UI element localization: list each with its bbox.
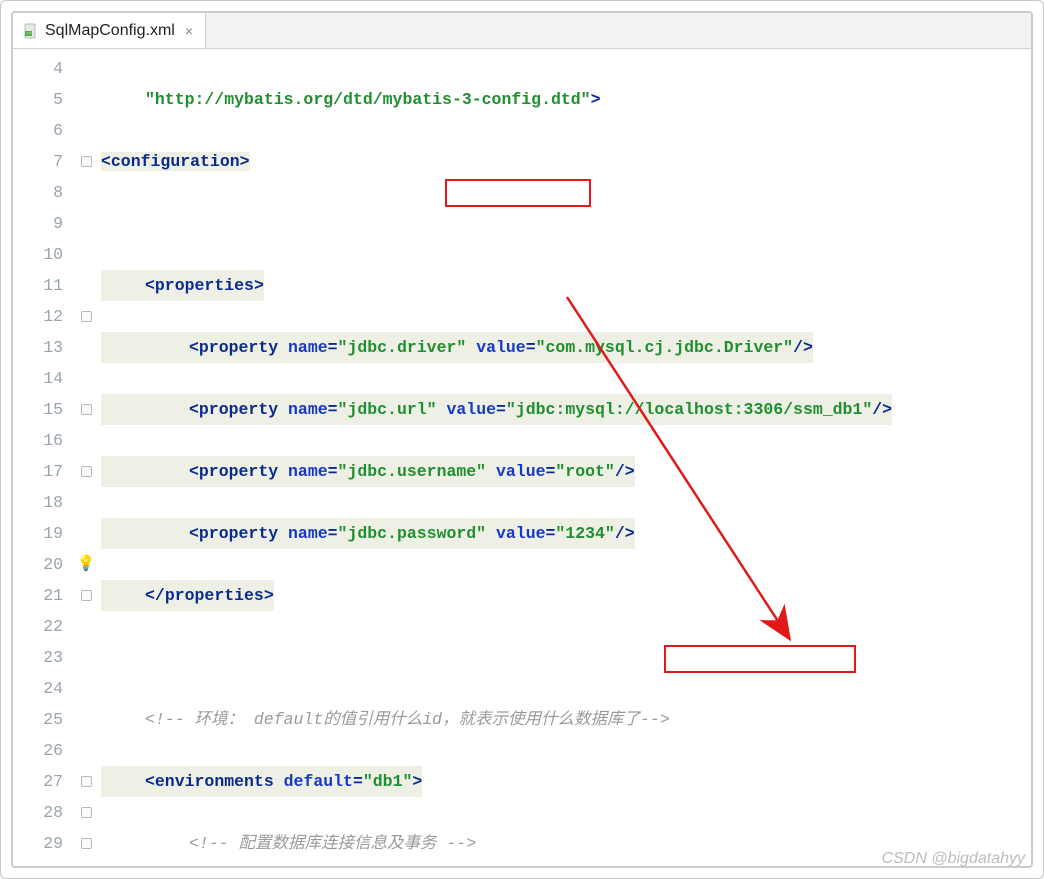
svg-text:<>: <> [26, 32, 32, 37]
fold-cell [75, 766, 97, 797]
line-number: 26 [13, 735, 63, 766]
fold-cell [75, 425, 97, 456]
code-line: <property name="jdbc.password" value="12… [101, 518, 1023, 549]
code-editor: <> SqlMapConfig.xml × 456789101112131415… [11, 11, 1033, 868]
line-number: 24 [13, 673, 63, 704]
fold-cell [75, 84, 97, 115]
code-line: <property name="jdbc.url" value="jdbc:my… [101, 394, 1023, 425]
editor-frame: <> SqlMapConfig.xml × 456789101112131415… [0, 0, 1044, 879]
line-number: 11 [13, 270, 63, 301]
line-number: 6 [13, 115, 63, 146]
fold-cell [75, 580, 97, 611]
fold-toggle-icon[interactable] [81, 776, 92, 787]
intention-bulb-icon[interactable]: 💡 [77, 549, 96, 580]
line-number: 16 [13, 425, 63, 456]
line-number: 28 [13, 797, 63, 828]
fold-cell [75, 332, 97, 363]
fold-cell [75, 53, 97, 84]
code-viewport[interactable]: 4567891011121314151617181920212223242526… [13, 49, 1031, 866]
code-line: </properties> [101, 580, 1023, 611]
fold-cell [75, 735, 97, 766]
line-number: 25 [13, 704, 63, 735]
line-number: 9 [13, 208, 63, 239]
fold-toggle-icon[interactable] [81, 807, 92, 818]
code-line: <property name="jdbc.driver" value="com.… [101, 332, 1023, 363]
fold-cell [75, 146, 97, 177]
line-number: 13 [13, 332, 63, 363]
line-number: 22 [13, 611, 63, 642]
file-tab[interactable]: <> SqlMapConfig.xml × [13, 13, 206, 48]
fold-toggle-icon[interactable] [81, 311, 92, 322]
line-number: 15 [13, 394, 63, 425]
line-number: 12 [13, 301, 63, 332]
fold-cell [75, 673, 97, 704]
fold-cell [75, 611, 97, 642]
fold-toggle-icon[interactable] [81, 590, 92, 601]
line-number: 7 [13, 146, 63, 177]
line-number: 5 [13, 84, 63, 115]
fold-cell [75, 487, 97, 518]
fold-cell [75, 518, 97, 549]
watermark: CSDN @bigdatahyy [882, 850, 1025, 868]
fold-cell [75, 239, 97, 270]
line-number: 8 [13, 177, 63, 208]
line-number: 23 [13, 642, 63, 673]
fold-toggle-icon[interactable] [81, 466, 92, 477]
xml-file-icon: <> [23, 23, 39, 39]
line-number: 21 [13, 580, 63, 611]
fold-cell [75, 177, 97, 208]
fold-cell [75, 363, 97, 394]
fold-toggle-icon[interactable] [81, 404, 92, 415]
line-number: 20 [13, 549, 63, 580]
fold-cell [75, 270, 97, 301]
fold-cell [75, 301, 97, 332]
tab-bar: <> SqlMapConfig.xml × [13, 13, 1031, 49]
fold-cell [75, 115, 97, 146]
line-number: 19 [13, 518, 63, 549]
fold-cell [75, 456, 97, 487]
code-line: "http://mybatis.org/dtd/mybatis-3-config… [101, 84, 1023, 115]
fold-toggle-icon[interactable] [81, 838, 92, 849]
code-line [101, 642, 1023, 673]
code-content[interactable]: "http://mybatis.org/dtd/mybatis-3-config… [97, 49, 1031, 866]
code-line: <property name="jdbc.username" value="ro… [101, 456, 1023, 487]
fold-cell [75, 704, 97, 735]
code-line [101, 208, 1023, 239]
line-number: 10 [13, 239, 63, 270]
line-number-gutter: 4567891011121314151617181920212223242526… [13, 49, 75, 866]
code-line: <configuration> [101, 146, 1023, 177]
line-number: 18 [13, 487, 63, 518]
fold-cell [75, 828, 97, 859]
line-number: 27 [13, 766, 63, 797]
code-line: <!-- 环境： default的值引用什么id，就表示使用什么数据库了--> [101, 704, 1023, 735]
code-line: <environments default="db1"> [101, 766, 1023, 797]
fold-column: 💡 [75, 49, 97, 866]
line-number: 29 [13, 828, 63, 859]
tab-filename: SqlMapConfig.xml [45, 22, 175, 40]
fold-cell [75, 208, 97, 239]
line-number: 4 [13, 53, 63, 84]
fold-cell [75, 797, 97, 828]
annotation-box-source [445, 179, 591, 207]
line-number: 17 [13, 456, 63, 487]
close-icon[interactable]: × [185, 23, 193, 39]
fold-toggle-icon[interactable] [81, 156, 92, 167]
code-line: <properties> [101, 270, 1023, 301]
fold-cell [75, 642, 97, 673]
fold-cell: 💡 [75, 549, 97, 580]
line-number: 14 [13, 363, 63, 394]
fold-cell [75, 394, 97, 425]
